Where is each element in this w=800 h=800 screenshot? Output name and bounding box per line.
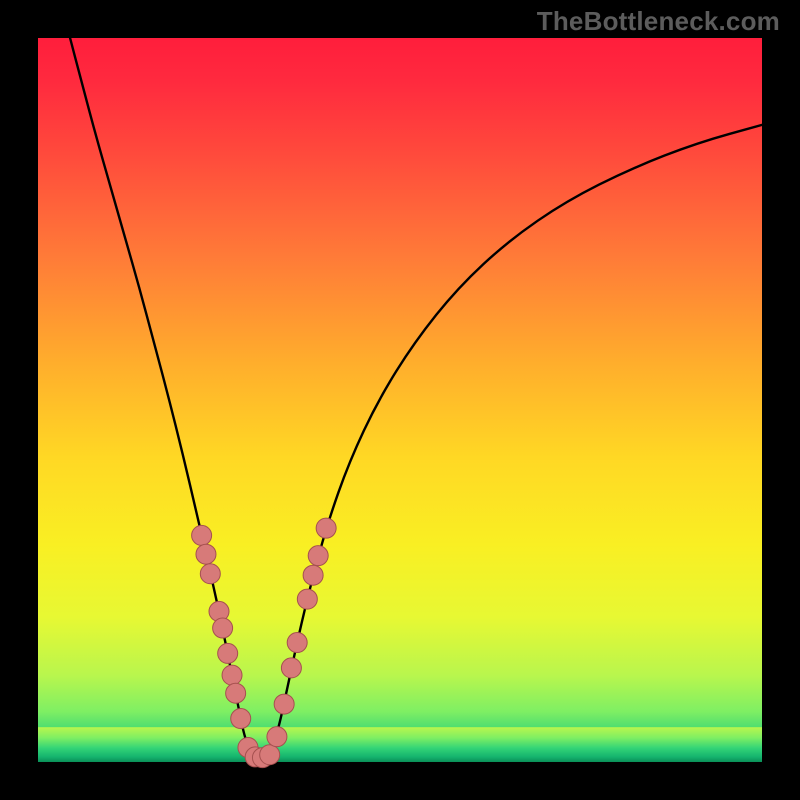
data-dot	[281, 658, 301, 678]
watermark-text: TheBottleneck.com	[537, 6, 780, 37]
bottleneck-curve	[69, 34, 762, 757]
data-dots	[192, 518, 337, 768]
data-dot	[308, 546, 328, 566]
data-dot	[213, 618, 233, 638]
data-dot	[231, 709, 251, 729]
data-dot	[200, 564, 220, 584]
data-dot	[267, 727, 287, 747]
data-dot	[287, 633, 307, 653]
plot-layer	[38, 38, 762, 762]
data-dot	[218, 643, 238, 663]
data-dot	[274, 694, 294, 714]
data-dot	[196, 544, 216, 564]
data-dot	[260, 745, 280, 765]
data-dot	[297, 589, 317, 609]
chart-canvas: TheBottleneck.com	[0, 0, 800, 800]
data-dot	[226, 683, 246, 703]
data-dot	[222, 665, 242, 685]
data-dot	[192, 525, 212, 545]
data-dot	[316, 518, 336, 538]
data-dot	[303, 565, 323, 585]
